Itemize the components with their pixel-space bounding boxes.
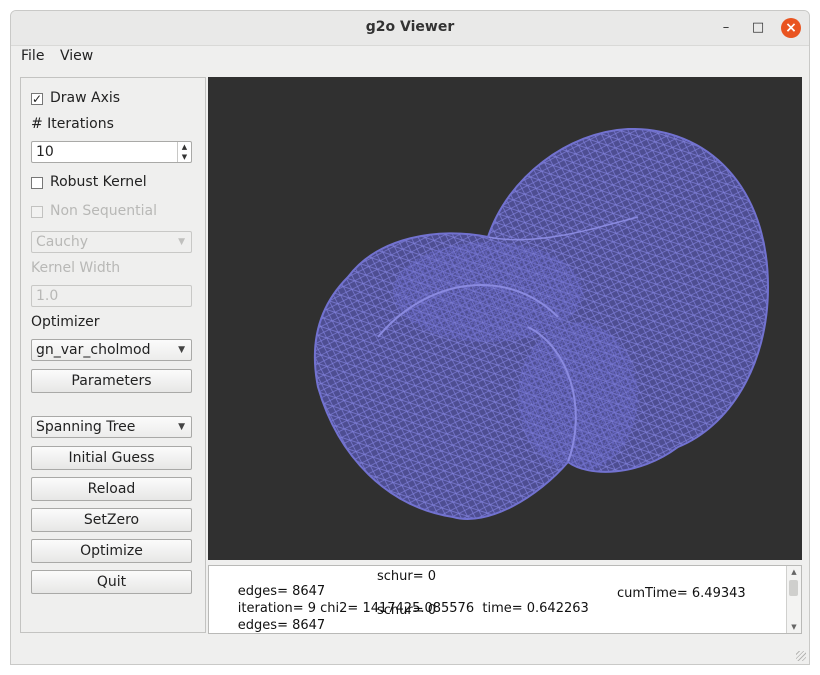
log-line: edges= 8647: [213, 603, 326, 633]
non-sequential-checkbox: [31, 206, 43, 218]
draw-axis-checkbox[interactable]: ✓: [31, 93, 43, 105]
chevron-down-icon: ▼: [178, 237, 185, 247]
3d-viewer[interactable]: [208, 77, 802, 560]
chevron-down-icon: ▼: [178, 345, 185, 355]
chevron-down-icon: ▼: [178, 422, 185, 432]
setzero-button[interactable]: SetZero: [31, 508, 192, 532]
mesh-canvas: [313, 127, 769, 520]
log-edges: edges= 8647: [237, 618, 326, 633]
non-sequential-label: Non Sequential: [50, 203, 157, 219]
log-cumtime: cumTime= 6.49343: [617, 586, 746, 601]
robust-kernel-checkbox[interactable]: [31, 177, 43, 189]
window-title: g2o Viewer: [365, 19, 455, 35]
quit-button[interactable]: Quit: [31, 570, 192, 594]
kernel-width-field: 1.0: [31, 285, 192, 307]
minimize-icon[interactable]: –: [716, 18, 736, 38]
initial-guess-select[interactable]: Spanning Tree ▼: [31, 416, 192, 438]
iterations-spinbox[interactable]: 10 ▲ ▼: [31, 141, 192, 163]
optimizer-select-value: gn_var_cholmod: [36, 342, 151, 358]
log-scrollbar[interactable]: ▲ ▼: [786, 566, 801, 633]
initial-guess-button[interactable]: Initial Guess: [31, 446, 192, 470]
spin-buttons[interactable]: ▲ ▼: [177, 142, 191, 162]
arrow-up-icon[interactable]: ▲: [178, 142, 191, 152]
title-bar[interactable]: g2o Viewer – □ ×: [11, 11, 809, 46]
log-schur: schur= 0: [377, 603, 437, 618]
resize-grip-icon[interactable]: [796, 651, 806, 661]
initial-guess-select-value: Spanning Tree: [36, 419, 136, 435]
iterations-value: 10: [36, 144, 54, 160]
g2o-viewer-window: g2o Viewer – □ × File View ✓ Draw Axis #…: [10, 10, 810, 665]
iterations-label: # Iterations: [31, 116, 114, 132]
optimizer-select[interactable]: gn_var_cholmod ▼: [31, 339, 192, 361]
kernel-select: Cauchy ▼: [31, 231, 192, 253]
control-panel: ✓ Draw Axis # Iterations 10 ▲ ▼ Robust K…: [20, 77, 206, 633]
draw-axis-label[interactable]: Draw Axis: [50, 90, 120, 106]
log-schur: schur= 0: [377, 569, 437, 584]
menu-bar: File View: [11, 46, 809, 68]
kernel-width-label: Kernel Width: [31, 260, 121, 276]
scroll-thumb[interactable]: [789, 580, 798, 596]
log-output[interactable]: edges= 8647 schur= 0 iteration= 9 chi2= …: [208, 565, 802, 634]
arrow-up-icon[interactable]: ▲: [787, 568, 801, 576]
parameters-button[interactable]: Parameters: [31, 369, 192, 393]
menu-view[interactable]: View: [60, 48, 93, 64]
arrow-down-icon[interactable]: ▼: [787, 623, 801, 631]
optimizer-label: Optimizer: [31, 314, 100, 330]
optimize-button[interactable]: Optimize: [31, 539, 192, 563]
maximize-icon[interactable]: □: [748, 18, 768, 38]
menu-file[interactable]: File: [21, 48, 44, 64]
close-icon[interactable]: ×: [781, 18, 801, 38]
reload-button[interactable]: Reload: [31, 477, 192, 501]
mesh-wireframe: [314, 128, 769, 519]
kernel-width-value: 1.0: [36, 288, 59, 304]
robust-kernel-label[interactable]: Robust Kernel: [50, 174, 147, 190]
kernel-select-value: Cauchy: [36, 234, 89, 250]
arrow-down-icon[interactable]: ▼: [178, 152, 191, 162]
